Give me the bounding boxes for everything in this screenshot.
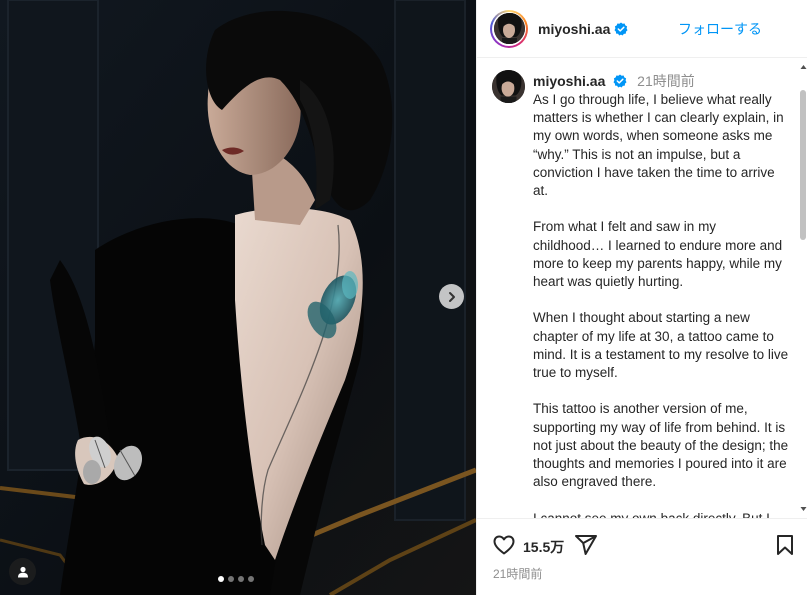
user-tag-button[interactable] — [9, 558, 36, 585]
photo-image — [0, 0, 476, 595]
chevron-right-icon — [448, 291, 455, 302]
bookmark-icon[interactable] — [773, 533, 797, 557]
story-ring-avatar[interactable] — [490, 9, 528, 48]
caption-username[interactable]: miyoshi.aa — [533, 73, 605, 89]
caption-paragraph: As I go through life, I believe what rea… — [533, 92, 784, 199]
post-photo[interactable] — [0, 0, 476, 595]
scrollbar-thumb[interactable] — [800, 90, 806, 240]
caption-paragraph: I cannot see my own back directly. But I — [533, 510, 791, 518]
like-count[interactable]: 15.5万 — [523, 537, 564, 557]
carousel-dot — [248, 576, 254, 582]
caption-paragraph: This tattoo is another version of me, su… — [533, 401, 789, 490]
caption-paragraph: When I thought about starting a new chap… — [533, 310, 789, 381]
verified-badge-icon — [614, 22, 628, 36]
verified-badge-icon — [613, 74, 627, 88]
caption-scroll-area[interactable]: miyoshi.aa 21時間前 As I go through life, I… — [477, 58, 807, 518]
caption-header: miyoshi.aa 21時間前 — [492, 70, 695, 103]
header-username[interactable]: miyoshi.aa — [538, 21, 610, 37]
post-side-panel: miyoshi.aa フォローする miyoshi.aa 21時間前 As I … — [476, 0, 807, 595]
caption-timestamp[interactable]: 21時間前 — [637, 73, 695, 89]
follow-button[interactable]: フォローする — [678, 19, 762, 39]
scroll-up-arrow-icon[interactable] — [800, 64, 807, 70]
post-header: miyoshi.aa フォローする — [477, 0, 807, 58]
carousel-next-button[interactable] — [439, 284, 464, 309]
caption-avatar[interactable] — [492, 70, 525, 103]
carousel-indicator — [218, 576, 254, 582]
post-actions-bar: 15.5万 21時間前 — [477, 518, 807, 595]
scroll-down-arrow-icon[interactable] — [800, 506, 807, 512]
carousel-dot — [218, 576, 224, 582]
paper-plane-icon[interactable] — [574, 533, 598, 557]
carousel-dot — [228, 576, 234, 582]
caption-text: As I go through life, I believe what rea… — [533, 91, 791, 518]
avatar — [493, 13, 525, 44]
user-tag-icon — [17, 566, 28, 577]
caption-paragraph: From what I felt and saw in my childhood… — [533, 219, 783, 290]
carousel-dot — [238, 576, 244, 582]
post-timestamp[interactable]: 21時間前 — [493, 565, 542, 582]
heart-icon[interactable] — [492, 533, 516, 557]
caption-scrollbar[interactable] — [799, 58, 807, 518]
